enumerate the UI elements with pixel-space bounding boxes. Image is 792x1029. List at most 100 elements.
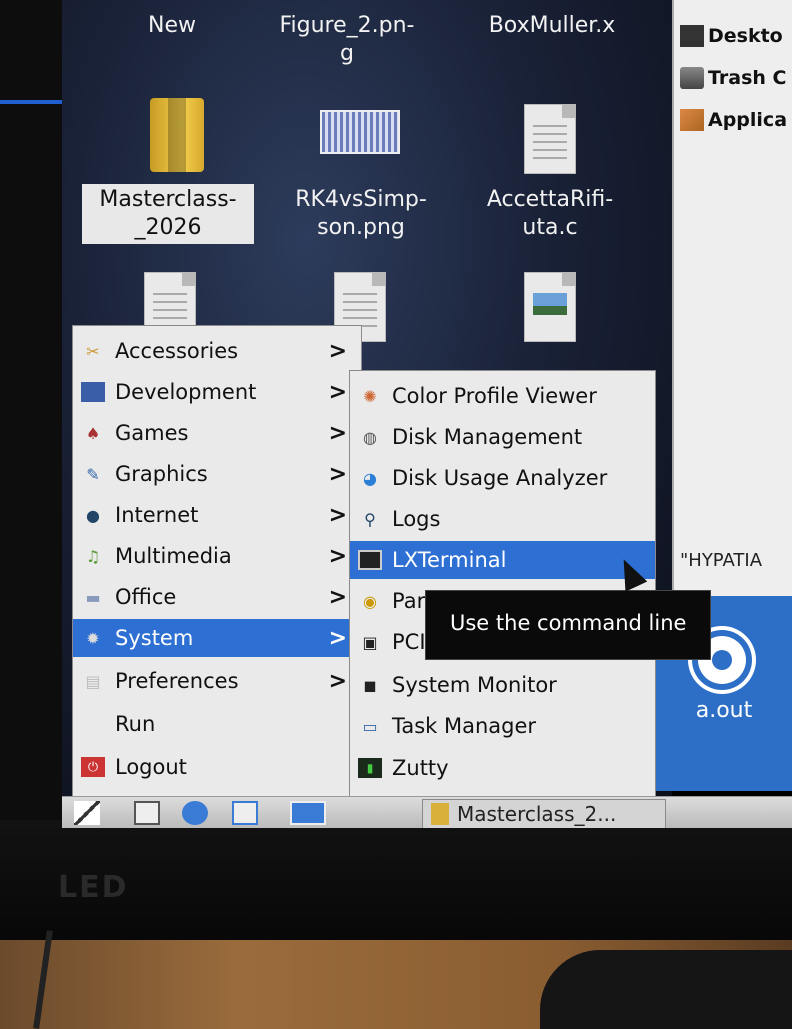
color-profile-icon: ✺	[363, 386, 377, 406]
menu-item-development[interactable]: Development >	[73, 373, 361, 411]
menu-item-label: Office	[115, 585, 177, 609]
submenu-item-label: Par	[392, 589, 426, 613]
system-monitor-icon: ◼	[363, 675, 377, 695]
window-switch-icon[interactable]	[232, 801, 258, 825]
menu-item-label: Graphics	[115, 462, 208, 486]
task-manager-icon: ▭	[362, 716, 378, 736]
accetta-label-line2: uta.c	[522, 215, 578, 240]
submenu-arrow-icon: >	[328, 668, 347, 694]
place-trash-label: Trash C	[708, 67, 787, 89]
submenu-item-label: Color Profile Viewer	[392, 384, 597, 408]
desktop-icon-accetta[interactable]: AccettaRifi- uta.c	[470, 186, 630, 242]
submenu-arrow-icon: >	[328, 461, 347, 487]
start-menu-icon[interactable]	[74, 801, 100, 825]
submenu-arrow-icon: >	[328, 338, 347, 364]
system-submenu: ✺ Color Profile Viewer ◍ Disk Management…	[349, 370, 656, 797]
menu-item-label: Logout	[115, 755, 187, 779]
file-manager-icon[interactable]	[134, 801, 160, 825]
place-trash[interactable]: Trash C	[680, 64, 786, 92]
screen: New Figure_2.pn- g BoxMuller.x Mastercla…	[62, 0, 792, 828]
desktop-label-figure2[interactable]: Figure_2.pn- g	[272, 12, 422, 68]
submenu-item-system-monitor[interactable]: ◼ System Monitor	[350, 666, 655, 704]
place-desktop[interactable]: Deskto	[680, 22, 783, 50]
place-desktop-label: Deskto	[708, 25, 783, 47]
masterclass-label-line1: Masterclass-	[99, 187, 237, 212]
preferences-icon: ▤	[85, 671, 101, 691]
submenu-arrow-icon: >	[328, 625, 347, 651]
masterclass-label-line2: _2026	[134, 215, 202, 240]
applications-icon	[680, 109, 704, 131]
logout-icon: ⏻	[81, 757, 105, 777]
place-applications-label: Applica	[708, 109, 788, 131]
rk4-label-line2: son.png	[317, 215, 405, 240]
menu-item-internet[interactable]: ● Internet >	[73, 496, 361, 534]
submenu-item-task-manager[interactable]: ▭ Task Manager	[350, 707, 655, 745]
development-icon	[81, 382, 105, 402]
zutty-icon: ▮	[358, 758, 382, 778]
submenu-arrow-icon: >	[328, 379, 347, 405]
submenu-item-logs[interactable]: ⚲ Logs	[350, 500, 655, 538]
desktop-icon-rk4[interactable]: RK4vsSimp- son.png	[276, 186, 446, 242]
image-icon[interactable]	[320, 110, 400, 154]
submenu-item-zutty[interactable]: ▮ Zutty	[350, 749, 655, 787]
office-icon: ▬	[85, 587, 101, 607]
internet-icon: ●	[86, 505, 100, 525]
menu-item-label: Development	[115, 380, 257, 404]
menu-item-graphics[interactable]: ✎ Graphics >	[73, 455, 361, 493]
submenu-item-label: System Monitor	[392, 673, 557, 697]
submenu-item-label: Disk Management	[392, 425, 583, 449]
menu-item-accessories[interactable]: ✂ Accessories >	[73, 332, 361, 370]
submenu-arrow-icon: >	[328, 543, 347, 569]
trash-icon	[680, 67, 704, 89]
submenu-item-label: Logs	[392, 507, 441, 531]
desktop-icon-masterclass[interactable]: Masterclass- _2026	[82, 184, 254, 244]
desktop-label-boxmuller[interactable]: BoxMuller.x	[472, 12, 632, 40]
taskbar-task-masterclass[interactable]: Masterclass_2...	[422, 799, 666, 828]
taskbar: Masterclass_2...	[62, 796, 792, 828]
menu-item-run[interactable]: Run	[73, 705, 361, 743]
folder-icon	[431, 803, 449, 825]
monitor-stand	[540, 950, 792, 1029]
place-applications[interactable]: Applica	[680, 106, 787, 134]
desktop-show-icon[interactable]	[290, 801, 326, 825]
menu-item-system[interactable]: ✹ System >	[73, 619, 361, 657]
folder-icon[interactable]	[150, 98, 204, 172]
menu-item-label: Run	[115, 712, 156, 736]
submenu-item-disk-usage-analyzer[interactable]: ◕ Disk Usage Analyzer	[350, 459, 655, 497]
menu-item-office[interactable]: ▬ Office >	[73, 578, 361, 616]
accessories-icon: ✂	[86, 341, 100, 361]
menu-item-label: Preferences	[115, 669, 239, 693]
aout-label: a.out	[695, 698, 753, 723]
desktop-icon	[680, 25, 704, 47]
menu-item-preferences[interactable]: ▤ Preferences >	[73, 662, 361, 700]
file-manager-panel: Deskto Trash C Applica	[672, 0, 792, 600]
system-icon: ✹	[86, 628, 100, 648]
blue-edge-left	[0, 100, 62, 104]
submenu-item-lxterminal[interactable]: LXTerminal	[350, 541, 655, 579]
application-menu: ✂ Accessories > Development > ♠ Games > …	[72, 325, 362, 797]
rk4-label-line1: RK4vsSimp-	[295, 187, 427, 212]
file-manager-status: "HYPATIA	[680, 550, 763, 571]
terminal-icon	[358, 550, 382, 570]
submenu-item-label: Zutty	[392, 756, 449, 780]
desktop-label-new[interactable]: New	[132, 12, 212, 40]
multimedia-icon: ♫	[85, 546, 101, 566]
menu-item-label: Multimedia	[115, 544, 232, 568]
submenu-item-label: Task Manager	[392, 714, 537, 738]
submenu-arrow-icon: >	[328, 502, 347, 528]
menu-item-games[interactable]: ♠ Games >	[73, 414, 361, 452]
submenu-item-label: LXTerminal	[392, 548, 507, 572]
run-icon	[81, 714, 105, 734]
menu-item-label: System	[115, 626, 194, 650]
partition-icon: ◉	[363, 591, 377, 611]
submenu-arrow-icon: >	[328, 420, 347, 446]
taskbar-task-label: Masterclass_2...	[457, 802, 617, 826]
games-icon: ♠	[85, 423, 101, 443]
menu-item-logout[interactable]: ⏻ Logout	[73, 748, 361, 786]
menu-item-multimedia[interactable]: ♫ Multimedia >	[73, 537, 361, 575]
submenu-item-disk-management[interactable]: ◍ Disk Management	[350, 418, 655, 456]
document-icon[interactable]	[524, 104, 576, 174]
submenu-item-color-profile-viewer[interactable]: ✺ Color Profile Viewer	[350, 377, 655, 415]
image-document-icon[interactable]	[524, 272, 576, 342]
browser-icon[interactable]	[182, 801, 208, 825]
